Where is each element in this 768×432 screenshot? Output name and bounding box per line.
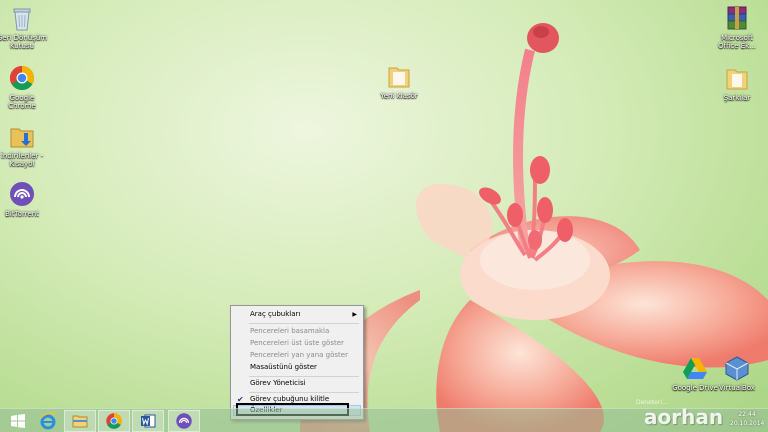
chrome-icon (106, 413, 122, 429)
desktop-icon-songs-folder[interactable]: Şarkılar (710, 64, 764, 102)
clock-time: 22:44 (738, 411, 756, 418)
folder-icon (723, 64, 751, 92)
windows-logo-icon (11, 414, 25, 428)
desktop-icon-bittorrent[interactable]: BitTorrent (0, 180, 49, 218)
desktop-icon-label: Yeni klasör (380, 92, 418, 100)
desktop-icon-virtualbox[interactable]: VirtualBox (710, 354, 764, 392)
word-icon (141, 414, 156, 428)
internet-explorer-icon (40, 412, 56, 430)
start-button[interactable] (2, 410, 34, 432)
system-clock[interactable]: 22:44 20.10.2014 (730, 410, 764, 428)
desktop-icon-recycle-bin[interactable]: Geri Dönüşüm Kutusu (0, 4, 49, 50)
taskbar-internet-explorer[interactable] (32, 410, 64, 432)
desktop-icon-label: Microsoft Office Ek... (718, 34, 756, 50)
menu-separator (249, 376, 359, 377)
file-explorer-icon (72, 415, 88, 428)
virtualbox-icon (723, 354, 751, 382)
menu-item-toolbars[interactable]: Araç çubukları ▶ (233, 309, 361, 320)
desktop-icon-google-chrome[interactable]: Google Chrome (0, 64, 49, 110)
menu-separator (249, 323, 359, 324)
desktop-icon-label: İndirilenler - Kısayol (0, 152, 44, 168)
recycle-bin-icon (8, 4, 36, 32)
menu-separator (249, 392, 359, 393)
menu-item-stack-windows[interactable]: Pencereleri üst üste göster (233, 338, 361, 349)
downloads-folder-icon (8, 122, 36, 150)
taskbar-bittorrent[interactable] (168, 410, 200, 432)
desktop-icon-label: Geri Dönüşüm Kutusu (0, 34, 48, 50)
desktop-icon-office[interactable]: Microsoft Office Ek... (710, 4, 764, 50)
desktop-icon-label: Google Chrome (8, 94, 36, 110)
winrar-archive-icon (723, 4, 751, 32)
google-drive-icon (681, 354, 709, 382)
clock-date: 20.10.2014 (730, 420, 765, 427)
submenu-arrow-icon: ▶ (352, 311, 357, 318)
bittorrent-icon (176, 413, 192, 429)
desktop-icon-label: Şarkılar (723, 94, 751, 102)
taskbar-file-explorer[interactable] (64, 410, 96, 432)
desktop-icon-label: BitTorrent (5, 210, 39, 218)
desktop: Geri Dönüşüm Kutusu Google Chrome İndiri… (0, 0, 768, 432)
watermark-logo: aorhan (644, 405, 724, 429)
menu-item-show-desktop[interactable]: Masaüstünü göster (233, 362, 361, 373)
desktop-icon-new-folder[interactable]: Yeni klasör (372, 62, 426, 100)
desktop-icon-label: VirtualBox (719, 384, 755, 392)
menu-item-side-by-side[interactable]: Pencereleri yan yana göster (233, 350, 361, 361)
desktop-icon-downloads-shortcut[interactable]: İndirilenler - Kısayol (0, 122, 49, 168)
bittorrent-icon (8, 180, 36, 208)
taskbar-word[interactable] (132, 410, 164, 432)
menu-item-task-manager[interactable]: Görev Yöneticisi (233, 378, 361, 389)
chrome-icon (8, 64, 36, 92)
menu-item-cascade-windows[interactable]: Pencereleri basamakla (233, 326, 361, 337)
taskbar-chrome[interactable] (98, 410, 130, 432)
folder-icon (385, 62, 413, 90)
